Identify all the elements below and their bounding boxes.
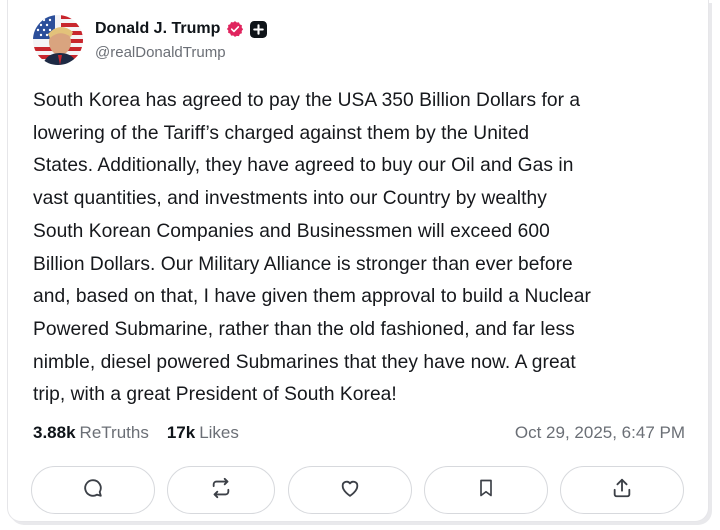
- likes-count[interactable]: 17k: [167, 423, 195, 443]
- author-handle[interactable]: @realDonaldTrump: [95, 44, 267, 61]
- plus-badge-icon: [250, 20, 268, 38]
- author-display-name[interactable]: Donald J. Trump: [95, 20, 220, 38]
- retruth-icon: [210, 477, 232, 504]
- retruth-button[interactable]: [167, 466, 275, 514]
- likes-label[interactable]: Likes: [199, 423, 239, 443]
- like-button[interactable]: [288, 466, 412, 514]
- share-button[interactable]: [560, 466, 684, 514]
- retruths-label[interactable]: ReTruths: [80, 423, 149, 443]
- post-timestamp[interactable]: Oct 29, 2025, 6:47 PM: [515, 423, 685, 443]
- post-stats: 3.88k ReTruths 17k Likes Oct 29, 2025, 6…: [33, 423, 685, 443]
- bookmark-button[interactable]: [424, 466, 548, 514]
- comment-icon: [82, 477, 104, 504]
- post-card: Donald J. Trump @realDonaldTrump South K…: [7, 0, 709, 522]
- post-text: South Korea has agreed to pay the USA 35…: [33, 90, 591, 406]
- reply-button[interactable]: [31, 466, 155, 514]
- retruths-count[interactable]: 3.88k: [33, 423, 76, 443]
- author-names: Donald J. Trump @realDonaldTrump: [95, 18, 268, 61]
- bookmark-icon: [476, 477, 496, 504]
- like-heart-icon: [338, 477, 362, 504]
- share-icon: [611, 477, 633, 504]
- verified-badge-icon: [226, 20, 244, 38]
- avatar[interactable]: [33, 15, 83, 65]
